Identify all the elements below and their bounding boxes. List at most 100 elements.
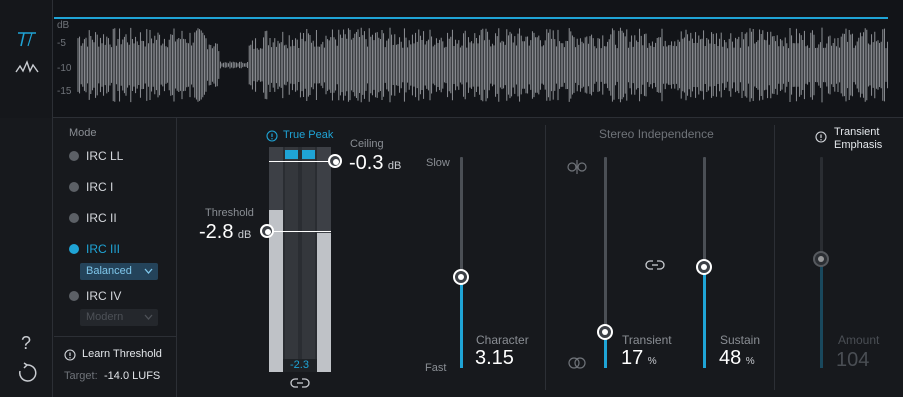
amount-slider[interactable] [810,157,834,368]
db-label-15: -15 [57,86,72,97]
db-label-10: -10 [57,63,72,74]
view-toggle-column [0,0,53,118]
ceiling-line [54,17,888,19]
meter-level-right [317,232,331,372]
slider-fill [820,259,823,368]
ceiling-label: Ceiling [350,138,384,150]
target-value[interactable]: -14.0 LUFS [104,370,160,382]
irc4-style-value: Modern [86,311,124,323]
mode-item-irc-ii[interactable]: IRC II [69,209,169,227]
character-slider[interactable] [450,157,474,368]
true-peak-toggle[interactable]: True Peak [266,129,346,143]
transient-unit: % [647,356,657,367]
info-icon [64,349,76,361]
info-icon [815,131,827,143]
radio-icon [69,151,79,161]
divider [545,125,546,390]
amount-handle[interactable] [813,251,829,267]
gr-readout-box: -2.3 [283,359,317,372]
divider [54,336,176,337]
info-icon [266,130,278,142]
radio-icon [69,291,79,301]
stereo-icon [567,160,587,174]
radio-icon [69,182,79,192]
mode-title: Mode [69,127,97,139]
radio-icon [69,213,79,223]
sustain-slider[interactable] [693,157,717,368]
transient-handle[interactable] [597,324,613,341]
irc3-style-select[interactable]: Balanced [80,263,158,280]
sidebar [0,118,53,397]
radio-icon-selected [69,244,79,254]
chevron-down-icon [144,268,153,274]
threshold-handle[interactable] [260,224,274,238]
sustain-value: 48 [719,347,742,369]
target-label: Target: [64,370,98,382]
transient-emphasis-title-1: Transient [834,126,880,138]
fast-label: Fast [425,362,447,374]
slider-fill [460,277,463,368]
threshold-marker-line [266,231,331,232]
mode-item-irc-iii[interactable]: IRC III [69,240,169,258]
transient-slider[interactable] [594,157,618,368]
mode-item-label: IRC LL [86,149,124,163]
gr-channel-right [302,147,315,372]
threshold-value: -2.8 [199,221,234,243]
waveform-view-icon[interactable] [15,60,39,74]
threshold-label: Threshold [205,207,254,219]
slider-fill [703,266,706,368]
mode-item-label: IRC IV [86,289,122,303]
amount-value[interactable]: 104 [836,349,869,372]
meter-channel-right [317,147,331,372]
character-handle[interactable] [453,269,469,286]
threshold-unit: dB [237,229,252,241]
ceiling-value: -0.3 [349,152,384,174]
ceiling-unit: dB [387,160,402,172]
limiter-view-icon[interactable] [16,30,38,48]
gr-channel-left [285,147,298,372]
db-label-0: dB [57,20,70,31]
learn-threshold-button[interactable]: Learn Threshold [64,347,174,363]
divider [774,125,775,390]
link-icon[interactable] [645,259,665,271]
learn-threshold-label: Learn Threshold [82,348,162,360]
sustain-label: Sustain [720,333,761,347]
mode-item-label: IRC II [86,211,117,225]
irc3-style-value: Balanced [86,265,132,277]
mode-item-irc-iv[interactable]: IRC IV [69,287,169,305]
sustain-readout[interactable]: 48 % [719,347,755,370]
character-label: Character [476,333,529,347]
transient-label: Transient [622,333,672,347]
sustain-unit: % [745,356,755,367]
threshold-readout[interactable]: -2.8 dB [199,221,251,244]
amount-label: Amount [838,333,880,347]
ceiling-marker-line [269,161,336,162]
db-label-5: -5 [57,38,66,49]
transient-emphasis-title-2: Emphasis [834,139,883,151]
gr-indicator-right [302,150,315,159]
help-icon[interactable]: ? [21,333,31,354]
ceiling-readout[interactable]: -0.3 dB [349,152,401,175]
transient-readout[interactable]: 17 % [621,347,657,370]
irc4-style-select[interactable]: Modern [80,309,158,326]
mode-item-label: IRC III [86,242,121,256]
waveform-trace [77,27,888,103]
limiter-meter: -2.3 [269,147,331,372]
waveform-graph [77,27,888,103]
character-value[interactable]: 3.15 [475,347,514,370]
transient-value: 17 [621,347,644,369]
gr-readout: -2.3 [290,359,309,371]
mode-item-label: IRC I [86,180,114,194]
transient-emphasis-toggle[interactable]: Transient Emphasis [815,126,895,154]
chevron-down-icon [144,314,153,320]
ceiling-handle[interactable] [328,154,342,168]
stereo-independence-title: Stereo Independence [599,127,714,141]
reset-icon[interactable] [16,362,38,384]
mode-item-irc-ll[interactable]: IRC LL [69,147,169,165]
mode-item-irc-i[interactable]: IRC I [69,178,169,196]
divider [176,118,177,397]
true-peak-label: True Peak [283,129,334,141]
slow-label: Slow [426,157,450,169]
link-icon[interactable] [290,377,310,389]
sustain-handle[interactable] [696,258,712,275]
